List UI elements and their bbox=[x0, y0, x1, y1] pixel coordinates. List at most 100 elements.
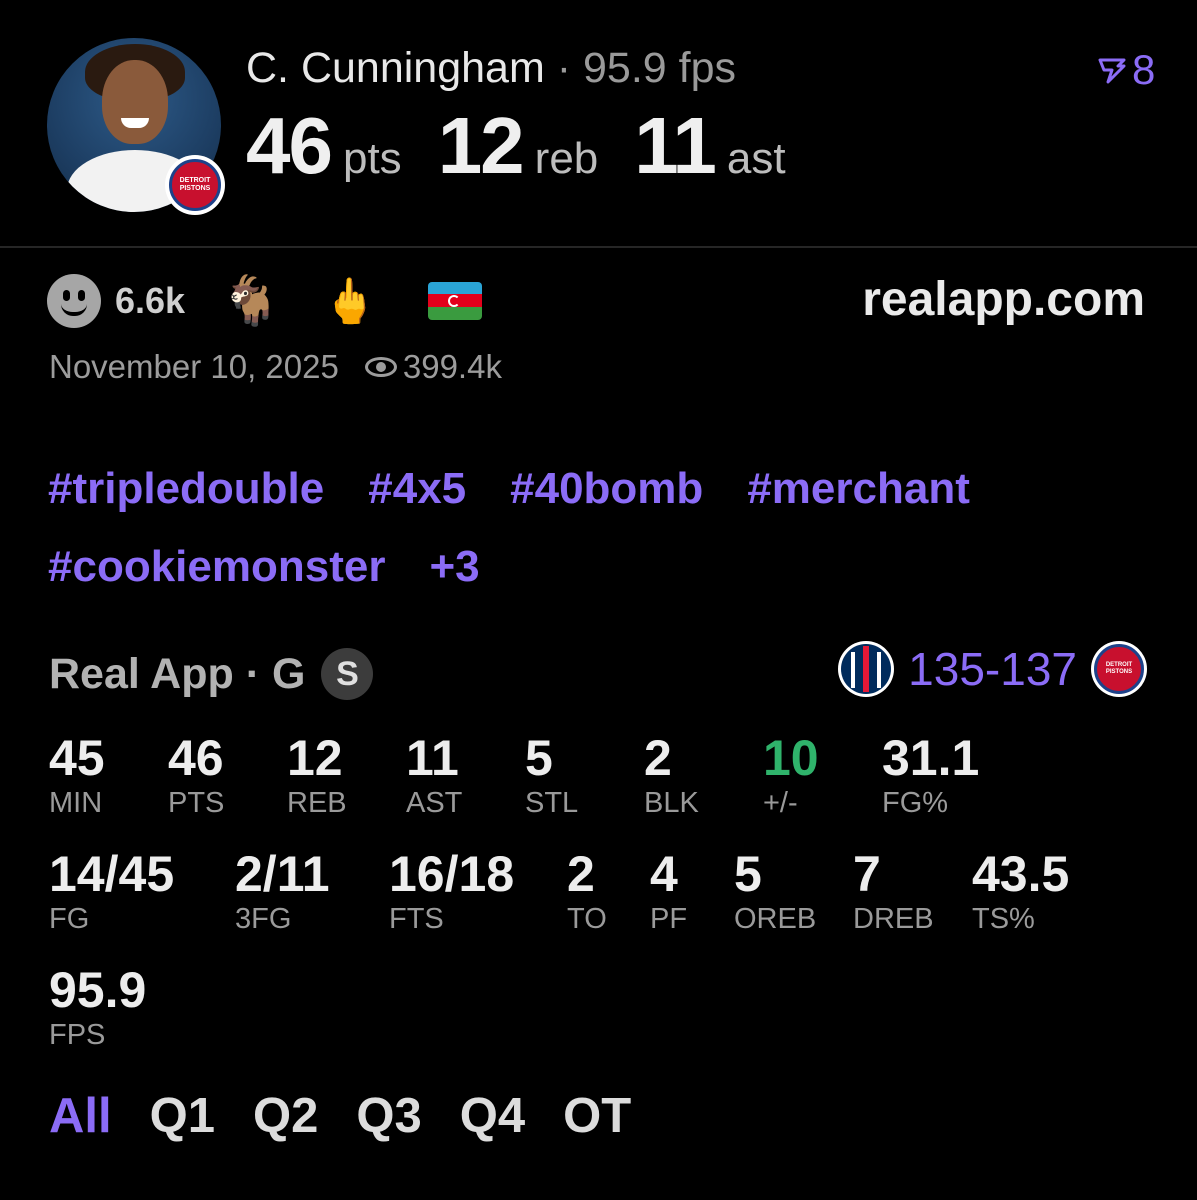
player-line: C. Cunningham · 95.9 fps bbox=[246, 44, 736, 93]
headline-assists-value: 11 bbox=[634, 101, 717, 190]
game-source: Real App · G S bbox=[49, 648, 374, 700]
stat-value: 4 bbox=[650, 846, 678, 902]
stat-label: AST bbox=[406, 787, 463, 819]
separator: · bbox=[556, 44, 572, 92]
post-date: November 10, 2025 bbox=[49, 348, 339, 385]
hashtag[interactable]: #tripledouble bbox=[48, 450, 324, 528]
game-score[interactable]: 135-137 DETROIT PISTONS bbox=[838, 641, 1147, 697]
stat-value: 11 bbox=[406, 730, 459, 786]
site-link[interactable]: realapp.com bbox=[862, 272, 1145, 327]
stat-value: 95.9 bbox=[49, 962, 147, 1018]
stat-plus-minus: 10 +/- bbox=[763, 730, 819, 820]
stat-fg: 14/45 FG bbox=[49, 846, 174, 936]
stat-ast: 11 AST bbox=[406, 730, 462, 820]
stat-value: 12 bbox=[287, 730, 343, 786]
headline-stats: 46 pts 12 reb 11 ast bbox=[246, 100, 822, 192]
hashtag[interactable]: #40bomb bbox=[510, 450, 703, 528]
hashtag[interactable]: #4x5 bbox=[368, 450, 466, 528]
stat-reb: 12 REB bbox=[287, 730, 347, 820]
stat-dreb: 7 DREB bbox=[853, 846, 934, 936]
azerbaijan-flag-icon[interactable] bbox=[427, 281, 482, 320]
eye-icon bbox=[364, 357, 397, 377]
tab-q3[interactable]: Q3 bbox=[356, 1088, 421, 1144]
headline-points-value: 46 bbox=[246, 101, 333, 190]
stat-value: 2/11 bbox=[235, 846, 330, 902]
stat-3fg: 2/11 3FG bbox=[235, 846, 330, 936]
stat-value: 5 bbox=[734, 846, 762, 902]
s-badge-icon: S bbox=[321, 648, 374, 700]
hashtag[interactable]: #cookiemonster bbox=[48, 528, 385, 606]
team-logo-text: DETROIT PISTONS bbox=[179, 177, 211, 192]
reaction-count: 6.6k bbox=[115, 279, 186, 321]
headline-rebounds-unit: reb bbox=[534, 134, 599, 183]
pistons-logo-icon: DETROIT PISTONS bbox=[169, 159, 221, 211]
stat-label: TS% bbox=[972, 903, 1035, 935]
pistons-logo-icon: DETROIT PISTONS bbox=[1091, 641, 1147, 697]
stat-min: 45 MIN bbox=[49, 730, 105, 820]
stat-label: FTS bbox=[389, 903, 444, 935]
stat-label: MIN bbox=[49, 787, 103, 819]
period-tabs: All Q1 Q2 Q3 Q4 OT bbox=[49, 1088, 669, 1144]
stat-label: +/- bbox=[763, 787, 798, 819]
stat-label: FG% bbox=[882, 787, 949, 819]
game-source-label[interactable]: Real App · G bbox=[49, 650, 305, 699]
player-name[interactable]: C. Cunningham bbox=[246, 44, 545, 92]
headline-assists-unit: ast bbox=[726, 134, 786, 183]
stat-label: TO bbox=[567, 903, 607, 935]
stat-ts-pct: 43.5 TS% bbox=[972, 846, 1069, 936]
stat-label: 3FG bbox=[235, 903, 292, 935]
goat-emoji-icon[interactable]: 🐐 bbox=[221, 272, 281, 329]
stat-label: PF bbox=[650, 903, 688, 935]
smiley-reaction-icon[interactable] bbox=[47, 273, 101, 328]
stat-pf: 4 PF bbox=[650, 846, 687, 936]
stat-label: FG bbox=[49, 903, 90, 935]
headline-rebounds-value: 12 bbox=[437, 101, 525, 190]
stat-value: 46 bbox=[168, 730, 224, 786]
stat-label: STL bbox=[525, 787, 579, 819]
score-text: 135-137 bbox=[908, 643, 1077, 695]
stat-value: 5 bbox=[525, 730, 553, 786]
middle-finger-emoji-icon[interactable]: 🖕 bbox=[323, 275, 378, 327]
stat-value: 45 bbox=[49, 730, 105, 786]
wizards-logo-icon bbox=[838, 641, 895, 697]
stat-label: REB bbox=[287, 787, 347, 819]
boost-icon bbox=[1098, 58, 1126, 84]
fps-label: 95.9 fps bbox=[583, 44, 737, 92]
stat-stl: 5 STL bbox=[525, 730, 578, 820]
team-logo-pistons: DETROIT PISTONS bbox=[165, 155, 225, 215]
stat-value: 2 bbox=[567, 846, 595, 902]
stat-value: 10 bbox=[763, 730, 819, 786]
more-tags-button[interactable]: +3 bbox=[429, 528, 479, 606]
hashtag-list: #tripledouble #4x5 #40bomb #merchant #cookie… bbox=[48, 450, 1158, 606]
reactions-row: 6.6k 🐐 🖕 bbox=[47, 272, 482, 329]
stat-value: 31.1 bbox=[882, 730, 980, 786]
stat-value: 43.5 bbox=[972, 846, 1070, 902]
boost-count: 8 bbox=[1132, 46, 1156, 93]
stat-label: BLK bbox=[644, 787, 699, 819]
header-divider bbox=[0, 246, 1197, 248]
avatar-head bbox=[102, 60, 168, 144]
hashtag[interactable]: #merchant bbox=[747, 450, 970, 528]
stat-pts: 46 PTS bbox=[168, 730, 224, 820]
tab-q1[interactable]: Q1 bbox=[150, 1088, 215, 1144]
stat-oreb: 5 OREB bbox=[734, 846, 816, 936]
tab-ot[interactable]: OT bbox=[563, 1088, 631, 1144]
stat-label: DREB bbox=[853, 903, 934, 935]
stat-fps: 95.9 FPS bbox=[49, 962, 146, 1052]
stat-value: 7 bbox=[853, 846, 881, 902]
stat-label: PTS bbox=[168, 787, 225, 819]
boost-button[interactable]: 8 bbox=[1098, 46, 1155, 94]
tab-all[interactable]: All bbox=[49, 1088, 112, 1144]
stat-label: OREB bbox=[734, 903, 817, 935]
stat-to: 2 TO bbox=[567, 846, 607, 936]
stat-value: 14/45 bbox=[49, 846, 175, 902]
team-logo-text: DETROIT PISTONS bbox=[1105, 662, 1133, 675]
view-count: 399.4k bbox=[402, 348, 502, 385]
stat-value: 2 bbox=[644, 730, 672, 786]
meta-row: November 10, 2025 399.4k bbox=[49, 348, 502, 386]
tab-q2[interactable]: Q2 bbox=[253, 1088, 318, 1144]
stat-label: FPS bbox=[49, 1019, 106, 1051]
tab-q4[interactable]: Q4 bbox=[460, 1088, 525, 1144]
stat-fts: 16/18 FTS bbox=[389, 846, 514, 936]
stat-value: 16/18 bbox=[389, 846, 515, 902]
